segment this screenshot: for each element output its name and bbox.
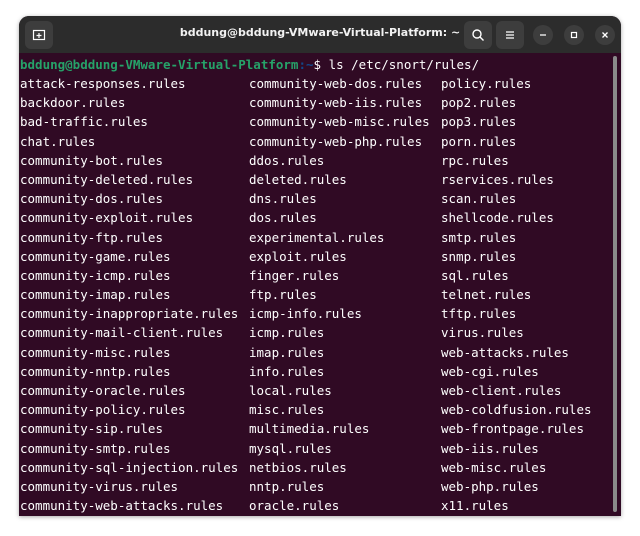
- file-name: finger.rules: [249, 267, 340, 283]
- file-name: pop2.rules: [441, 95, 517, 111]
- file-name: backdoor.rules: [20, 95, 126, 111]
- file-name: web-cgi.rules: [441, 363, 539, 379]
- file-name: deleted.rules: [249, 171, 347, 187]
- terminal-output[interactable]: bddung@bddung-VMware-Virtual-Platform:~$…: [19, 53, 609, 516]
- file-name: ftp.rules: [249, 287, 317, 303]
- file-name: misc.rules: [249, 402, 325, 418]
- file-name: dns.rules: [249, 191, 317, 207]
- file-name: x11.rules: [441, 498, 509, 514]
- file-name: sql.rules: [441, 267, 509, 283]
- file-name: experimental.rules: [249, 229, 385, 245]
- file-name: community-nntp.rules: [20, 363, 171, 379]
- file-name: web-client.rules: [441, 383, 562, 398]
- file-name: community-bot.rules: [20, 152, 163, 168]
- file-name: community-web-php.rules: [249, 133, 423, 149]
- prompt-symbol: $: [313, 57, 329, 72]
- file-name: community-ftp.rules: [20, 229, 163, 245]
- file-name: icmp-info.rules: [249, 306, 362, 322]
- file-name: community-smtp.rules: [20, 440, 171, 456]
- file-name: community-policy.rules: [20, 402, 186, 418]
- prompt-user: bddung@bddung-VMware-Virtual-Platform: [20, 57, 299, 72]
- file-name: scan.rules: [441, 191, 517, 207]
- file-name: icmp.rules: [249, 325, 325, 341]
- terminal-window: bddung@bddung-VMware-Virtual-Platform: ~: [19, 16, 621, 516]
- command-prompt-line: bddung@bddung-VMware-Virtual-Platform:~$…: [20, 55, 479, 74]
- maximize-button[interactable]: [564, 25, 584, 45]
- close-button[interactable]: [595, 25, 615, 45]
- file-name: mysql.rules: [249, 440, 332, 456]
- hamburger-menu-icon: [506, 31, 514, 39]
- file-name: virus.rules: [441, 325, 524, 341]
- command-text: ls /etc/snort/rules/: [328, 57, 480, 72]
- maximize-icon: [570, 31, 578, 39]
- file-name: community-virus.rules: [20, 478, 179, 494]
- file-name: exploit.rules: [249, 248, 347, 264]
- file-name: policy.rules: [441, 76, 532, 91]
- file-name: local.rules: [249, 383, 332, 398]
- file-name: community-exploit.rules: [20, 210, 194, 226]
- file-name: community-dos.rules: [20, 191, 163, 207]
- file-name: oracle.rules: [249, 498, 340, 514]
- search-icon: [472, 29, 484, 41]
- file-name: dos.rules: [249, 210, 317, 226]
- file-name: ddos.rules: [249, 152, 325, 168]
- file-name: web-frontpage.rules: [441, 421, 584, 437]
- file-name: bad-traffic.rules: [20, 114, 148, 130]
- file-name: telnet.rules: [441, 287, 532, 303]
- file-name: community-icmp.rules: [20, 267, 171, 283]
- close-icon: [602, 32, 608, 38]
- minimize-icon: [540, 34, 546, 36]
- file-name: snmp.rules: [441, 248, 517, 264]
- file-name: netbios.rules: [249, 459, 347, 475]
- file-name: community-mail-client.rules: [20, 325, 224, 341]
- file-name: shellcode.rules: [441, 210, 554, 226]
- file-name: community-sql-injection.rules: [20, 459, 239, 475]
- file-name: smtp.rules: [441, 229, 517, 245]
- file-name: web-coldfusion.rules: [441, 402, 592, 418]
- file-name: multimedia.rules: [249, 421, 370, 437]
- file-name: community-web-iis.rules: [249, 95, 423, 111]
- file-name: chat.rules: [20, 133, 96, 149]
- scrollbar[interactable]: [609, 53, 621, 516]
- file-name: rservices.rules: [441, 171, 554, 187]
- file-name: community-web-attacks.rules: [20, 498, 224, 514]
- window-title: bddung@bddung-VMware-Virtual-Platform: ~: [179, 26, 461, 39]
- file-name: community-inappropriate.rules: [20, 306, 239, 322]
- file-name: web-attacks.rules: [441, 344, 569, 360]
- file-name: community-sip.rules: [20, 421, 163, 437]
- file-name: attack-responses.rules: [20, 76, 186, 91]
- prompt-path: :~: [298, 57, 314, 72]
- file-name: community-web-dos.rules: [249, 76, 423, 91]
- file-name: info.rules: [249, 363, 325, 379]
- scrollbar-thumb[interactable]: [613, 56, 617, 512]
- file-name: imap.rules: [249, 344, 325, 360]
- minimize-button[interactable]: [533, 25, 553, 45]
- file-name: community-imap.rules: [20, 287, 171, 303]
- file-name: pop3.rules: [441, 114, 517, 130]
- file-name: community-misc.rules: [20, 344, 171, 360]
- file-name: community-web-misc.rules: [249, 114, 430, 130]
- file-name: rpc.rules: [441, 152, 509, 168]
- search-button[interactable]: [464, 21, 492, 49]
- file-name: community-game.rules: [20, 248, 171, 264]
- file-name: nntp.rules: [249, 478, 325, 494]
- file-name: community-deleted.rules: [20, 171, 194, 187]
- file-name: porn.rules: [441, 133, 517, 149]
- titlebar[interactable]: bddung@bddung-VMware-Virtual-Platform: ~: [19, 16, 621, 53]
- menu-button[interactable]: [496, 21, 524, 49]
- file-name: web-misc.rules: [441, 459, 547, 475]
- file-name: tftp.rules: [441, 306, 517, 322]
- file-name: web-php.rules: [441, 478, 539, 494]
- file-name: community-oracle.rules: [20, 383, 186, 398]
- file-name: web-iis.rules: [441, 440, 539, 456]
